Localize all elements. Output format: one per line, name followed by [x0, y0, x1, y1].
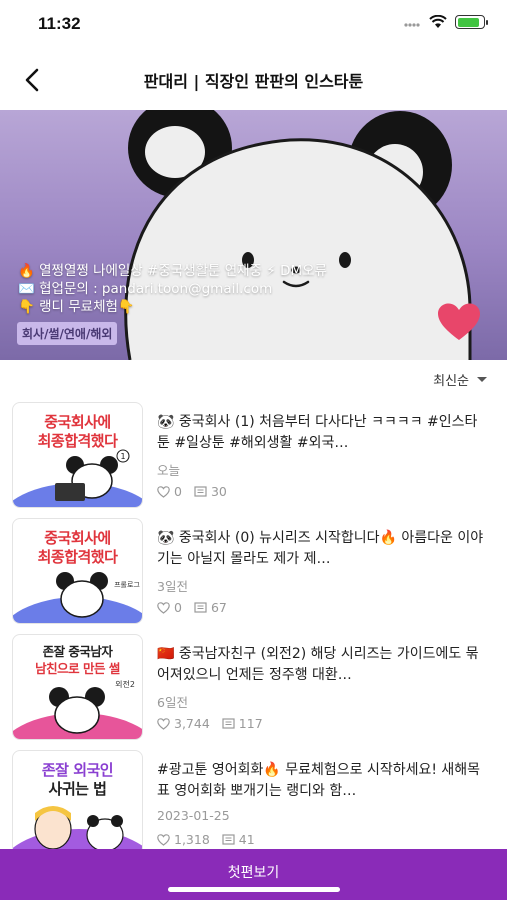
- thumbnail-line-2: 사귀는 법: [48, 780, 107, 798]
- thumbnail-title: 중국회사에 최종합격했다: [13, 413, 142, 451]
- battery-fill: [457, 17, 479, 27]
- episode-date: 6일전: [157, 695, 188, 710]
- episode-date: 2023-01-25: [157, 808, 230, 823]
- like-stat: 0: [157, 484, 182, 499]
- like-stat: 3,744: [157, 716, 210, 731]
- signal-icon: [404, 23, 420, 27]
- episode-title: 🐼 중국회사 (0) 뉴시리즈 시작합니다🔥 아름다운 이야기는 아닐지 몰라도…: [157, 530, 484, 567]
- page-title: 판대리 | 직장인 판판의 인스타툰: [143, 72, 364, 91]
- thumbnail-line-2: 최종합격했다: [37, 432, 118, 450]
- svg-text:프롤로그: 프롤로그: [114, 581, 140, 589]
- sort-dropdown[interactable]: 최신순: [433, 370, 487, 389]
- comment-stat: 30: [194, 484, 227, 499]
- home-indicator: [168, 887, 340, 892]
- battery-icon: [455, 15, 488, 29]
- sort-row: 최신순: [0, 360, 507, 398]
- thumbnail-line-2: 남친으로 만든 썰: [35, 661, 120, 676]
- episode-stats: 0 30: [157, 484, 239, 499]
- thumbnail-title: 중국회사에 최종합격했다: [13, 529, 142, 567]
- episode-date: 오늘: [157, 463, 181, 478]
- comment-count: 67: [210, 600, 227, 615]
- svg-text:1: 1: [120, 452, 125, 461]
- hero-line-2: ✉️ 협업문의 : pandari.toon@gmail.com: [18, 281, 273, 297]
- comment-icon: [194, 601, 207, 613]
- like-stat: 0: [157, 600, 182, 615]
- hero-line-3: 👇 랭디 무료체험👇: [18, 299, 135, 315]
- like-count: 1,318: [174, 832, 210, 847]
- comment-count: 30: [210, 484, 227, 499]
- comment-stat: 67: [194, 600, 227, 615]
- thumbnail-title: 존잘 외국인 사귀는 법: [13, 761, 142, 799]
- heart-outline-icon: [157, 485, 170, 498]
- first-episode-label: 첫편보기: [227, 865, 280, 881]
- comment-stat: 117: [222, 716, 263, 731]
- episode-item[interactable]: 외전2 존잘 중국남자 남친으로 만든 썰 🇨🇳 중국남자친구 (외전2) 해당…: [0, 630, 507, 746]
- hero-line-1: 🔥 열쩡열쩡 나에일상 #중국생활툰 연재중 ⚡ DM오류: [18, 263, 327, 279]
- comment-icon: [222, 717, 235, 729]
- episode-item[interactable]: 1 중국회사에 최종합격했다 🐼 중국회사 (1) 처음부터 다사다난 ㅋㅋㅋㅋ…: [0, 398, 507, 514]
- chevron-down-icon: [477, 377, 487, 382]
- heart-outline-icon: [157, 717, 170, 730]
- episode-date: 3일전: [157, 579, 188, 594]
- episode-stats: 3,744 117: [157, 716, 275, 731]
- like-count: 3,744: [174, 716, 210, 731]
- hero-banner: 🔥 열쩡열쩡 나에일상 #중국생활툰 연재중 ⚡ DM오류 ✉️ 협업문의 : …: [0, 110, 507, 360]
- thumbnail-title: 존잘 중국남자 남친으로 만든 썰: [13, 643, 142, 677]
- like-stat: 1,318: [157, 832, 210, 847]
- like-count: 0: [174, 484, 182, 499]
- comment-icon: [194, 485, 207, 497]
- thumbnail-line-1: 존잘 외국인: [41, 761, 114, 779]
- thumbnail-line-1: 중국회사에: [44, 529, 111, 547]
- episode-thumbnail: 존잘 외국인 사귀는 법: [12, 750, 143, 856]
- thumbnail-line-1: 중국회사에: [44, 413, 111, 431]
- episode-stats: 1,318 41: [157, 832, 267, 847]
- episode-title: 🇨🇳 중국남자친구 (외전2) 해당 시리즈는 가이드에도 묶어져있으니 언제든…: [157, 646, 479, 683]
- episode-item[interactable]: 프롤로그 중국회사에 최종합격했다 🐼 중국회사 (0) 뉴시리즈 시작합니다🔥…: [0, 514, 507, 630]
- episode-title: #광고툰 영어회화🔥 무료체험으로 시작하세요! 새해목표 영어회화 뽀개기는 …: [157, 762, 481, 799]
- comment-count: 41: [238, 832, 255, 847]
- episode-thumbnail: 외전2 존잘 중국남자 남친으로 만든 썰: [12, 634, 143, 740]
- thumbnail-line-1: 존잘 중국남자: [42, 644, 113, 659]
- comment-count: 117: [238, 716, 263, 731]
- comment-stat: 41: [222, 832, 255, 847]
- episode-item[interactable]: 존잘 외국인 사귀는 법 #광고툰 영어회화🔥 무료체험으로 시작하세요! 새해…: [0, 746, 507, 862]
- comment-icon: [222, 833, 235, 845]
- svg-text:외전2: 외전2: [115, 679, 135, 689]
- hero-description: 🔥 열쩡열쩡 나에일상 #중국생활툰 연재중 ⚡ DM오류 ✉️ 협업문의 : …: [18, 262, 327, 316]
- genre-tag[interactable]: 회사/썰/연애/해외: [17, 322, 118, 345]
- status-icons: [403, 15, 488, 29]
- episode-title: 🐼 중국회사 (1) 처음부터 다사다난 ㅋㅋㅋㅋ #인스타툰 #일상툰 #해외…: [157, 414, 478, 451]
- heart-outline-icon: [157, 601, 170, 614]
- first-episode-button[interactable]: 첫편보기: [0, 849, 507, 900]
- status-time: 11:32: [38, 14, 81, 33]
- sort-label: 최신순: [433, 374, 469, 389]
- like-heart-icon[interactable]: [436, 302, 482, 342]
- heart-outline-icon: [157, 833, 170, 846]
- nav-bar: 판대리 | 직장인 판판의 인스타툰: [0, 48, 507, 110]
- episode-thumbnail: 프롤로그 중국회사에 최종합격했다: [12, 518, 143, 624]
- thumbnail-line-2: 최종합격했다: [37, 548, 118, 566]
- like-count: 0: [174, 600, 182, 615]
- episode-thumbnail: 1 중국회사에 최종합격했다: [12, 402, 143, 508]
- status-bar: 11:32: [0, 0, 507, 48]
- wifi-icon: [429, 15, 447, 28]
- episode-stats: 0 67: [157, 600, 239, 615]
